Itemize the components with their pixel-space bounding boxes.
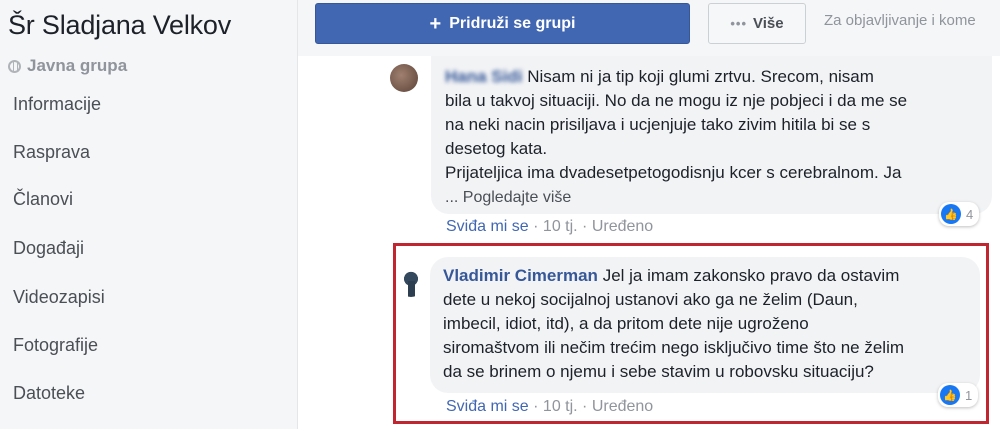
comment-line: desetog kata. xyxy=(445,139,548,158)
sidebar-item-informacije[interactable]: Informacije xyxy=(13,94,101,115)
sidebar-item-fotografije[interactable]: Fotografije xyxy=(13,335,98,356)
comment-text: Hana Sidi Nisam ni ja tip koji glumi zrt… xyxy=(445,65,975,210)
like-icon: 👍 xyxy=(941,204,961,224)
comment-line: bila u takvoj situaciji. No da ne mogu i… xyxy=(445,91,908,110)
sidebar-item-clanovi[interactable]: Članovi xyxy=(13,189,73,210)
edited-label[interactable]: Uređeno xyxy=(592,398,653,415)
comment-bubble: Hana Sidi Nisam ni ja tip koji glumi zrt… xyxy=(431,56,992,226)
reaction-count[interactable]: 👍 4 xyxy=(939,202,980,226)
comment-text: Vladimir Cimerman Jel ja imam zakonsko p… xyxy=(443,264,963,384)
comment-time[interactable]: 10 tj. xyxy=(543,398,578,415)
group-action-bar: + Pridruži se grupi ••• Više Za objavlji… xyxy=(298,0,1000,56)
like-link[interactable]: Sviđa mi se xyxy=(446,398,529,415)
group-title[interactable]: Šr Sladjana Velkov xyxy=(8,10,231,41)
reaction-number: 4 xyxy=(966,206,974,222)
comment-actions: Sviđa mi se · 10 tj. · Uređeno xyxy=(446,398,654,415)
sidebar-item-dogadaji[interactable]: Događaji xyxy=(13,238,84,259)
avatar[interactable] xyxy=(397,269,425,297)
group-privacy-label: Javna grupa xyxy=(27,56,128,75)
reaction-number: 1 xyxy=(965,387,973,403)
avatar[interactable] xyxy=(390,64,418,92)
post-hint-text: Za objavljivanje i kome xyxy=(824,12,976,29)
join-group-label: Pridruži se grupi xyxy=(449,14,576,32)
comment-time[interactable]: 10 tj. xyxy=(543,218,578,235)
main-content: + Pridruži se grupi ••• Više Za objavlji… xyxy=(298,0,1000,429)
more-button[interactable]: ••• Više xyxy=(708,3,806,44)
like-icon: 👍 xyxy=(940,385,960,405)
edited-label[interactable]: Uređeno xyxy=(592,218,653,235)
comment-author[interactable]: Vladimir Cimerman xyxy=(443,266,598,285)
comment-line: imbecil, idiot, itd), a da pritom dete n… xyxy=(443,314,809,333)
comment-line: siromaštvom ili nečim trećim nego isklju… xyxy=(443,338,905,357)
comment-line: Jel ja imam zakonsko pravo da ostavim xyxy=(602,266,900,285)
more-label: Više xyxy=(753,15,784,32)
plus-icon: + xyxy=(429,12,442,35)
more-dots-icon: ••• xyxy=(730,16,748,31)
like-link[interactable]: Sviđa mi se xyxy=(446,218,529,235)
comment-line: Nisam ni ja tip koji glumi zrtvu. Srecom… xyxy=(527,67,874,86)
comment-line: Prijateljica ima dvadesetpetogodisnju kc… xyxy=(445,163,902,182)
comment-actions: Sviđa mi se · 10 tj. · Uređeno xyxy=(446,218,654,235)
globe-icon xyxy=(8,59,21,73)
comment-line: da se brinem o njemu i sebe stavim u rob… xyxy=(443,362,874,381)
sidebar-item-datoteke[interactable]: Datoteke xyxy=(13,383,85,404)
group-sidebar: Šr Sladjana Velkov Javna grupa Informaci… xyxy=(0,0,298,429)
sidebar-item-rasprava[interactable]: Rasprava xyxy=(13,142,90,163)
group-privacy: Javna grupa xyxy=(8,56,127,76)
comment-author[interactable]: Hana Sidi xyxy=(445,67,522,86)
comment-list: Hana Sidi Nisam ni ja tip koji glumi zrt… xyxy=(298,56,1000,429)
sidebar-item-videozapisi[interactable]: Videozapisi xyxy=(13,287,105,308)
comment-line: dete u nekoj socijalnoj ustanovi ako ga … xyxy=(443,290,858,309)
comment-line: na neki nacin prisiljava i ucjenjuje tak… xyxy=(445,115,871,134)
reaction-count[interactable]: 👍 1 xyxy=(938,383,979,407)
join-group-button[interactable]: + Pridruži se grupi xyxy=(315,3,690,44)
comment-bubble: Vladimir Cimerman Jel ja imam zakonsko p… xyxy=(430,257,980,407)
see-more-link[interactable]: ... Pogledajte više xyxy=(445,189,571,206)
